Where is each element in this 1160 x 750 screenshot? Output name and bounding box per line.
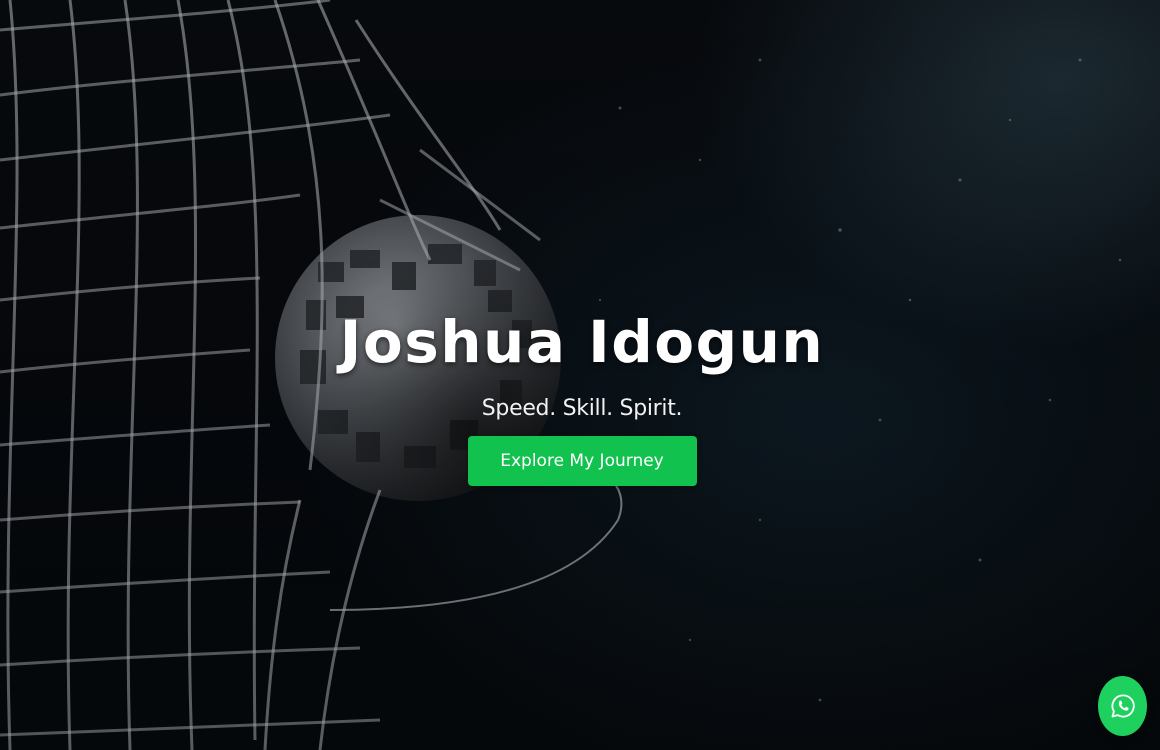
whatsapp-chat-button[interactable] [1098,676,1147,736]
hero-content: Joshua Idogun Speed. Skill. Spirit. Expl… [0,303,1160,486]
explore-journey-button[interactable]: Explore My Journey [467,436,697,486]
hero-title: Joshua Idogun [339,308,825,376]
hero-section: Joshua Idogun Speed. Skill. Spirit. Expl… [0,0,1160,750]
whatsapp-icon [1111,694,1135,718]
hero-tagline: Speed. Skill. Spirit. [481,396,683,421]
